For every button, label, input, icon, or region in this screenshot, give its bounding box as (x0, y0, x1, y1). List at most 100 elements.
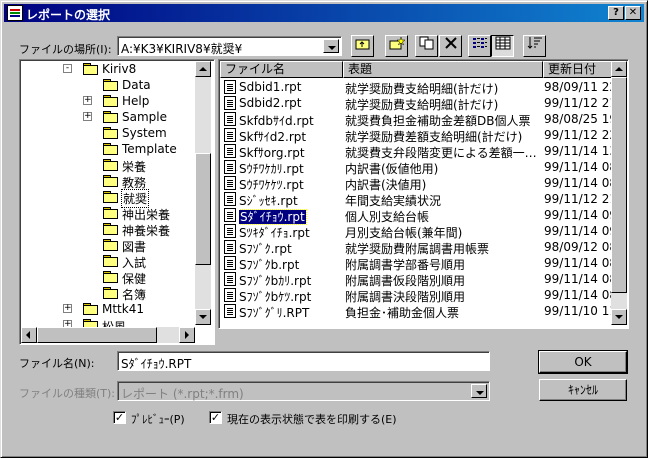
tree-item[interactable]: 図書 (21, 237, 195, 254)
details-view-button[interactable] (491, 35, 514, 57)
new-folder-button[interactable] (385, 35, 408, 57)
file-row[interactable]: Sdbid2.rpt 就学奨励費支給明細(計だけ) 99/11/12 21 (220, 95, 611, 112)
scroll-up-icon[interactable] (195, 61, 211, 77)
file-date-cell: 99/11/10 11 (544, 304, 611, 318)
tree-item[interactable]: Data (21, 77, 195, 93)
file-row[interactable]: Sｳﾁﾜｹｶﾘ.rpt 内訳書(仮値他用) 99/11/14 08 (220, 159, 611, 176)
file-row[interactable]: Sdbid1.rpt 就学奨励費支給明細(計だけ) 98/09/11 22 (220, 79, 611, 96)
close-button[interactable]: ✕ (625, 6, 641, 20)
file-name-text: Sdbid2.rpt (239, 96, 302, 110)
filetype-label: ファイルの種類(T): (19, 387, 116, 400)
file-date-cell: 99/11/12 21 (544, 96, 611, 110)
file-list: ファイル名 表題 更新日付 Sdbid1.rpt 就学奨励費支給明細(計だけ) 98… (220, 61, 611, 325)
list-vertical-scrollbar[interactable] (611, 61, 627, 325)
cancel-button[interactable]: ｷｬﾝｾﾙ (539, 379, 627, 401)
column-header-date[interactable]: 更新日付 (543, 61, 611, 78)
folder-icon (103, 175, 118, 187)
file-row[interactable]: Skfdbｻｲd.rpt 就奨費負担金補助金差額DB個人票 98/08/25 19 (220, 111, 611, 128)
folder-icon (103, 95, 118, 107)
tree-item[interactable]: + Help (21, 93, 195, 109)
file-row[interactable]: Sﾌｿﾞｸb.rpt 附属調書学部番号順用 99/11/14 08 (220, 255, 611, 272)
up-folder-button[interactable] (351, 35, 374, 57)
report-file-icon (224, 128, 236, 142)
report-file-icon (224, 272, 236, 286)
scroll-down-icon[interactable] (611, 309, 627, 325)
tree-item[interactable]: Template (21, 141, 195, 157)
file-date-cell: 99/11/14 09 (544, 208, 611, 222)
copy-button[interactable] (415, 35, 438, 57)
filename-input[interactable]: Sﾀﾞｲﾁｮｳ.RPT (117, 351, 490, 371)
file-row[interactable]: Sﾌｿﾞｸbｶﾘ.rpt 附属調書仮段階別順用 99/11/14 08 (220, 271, 611, 288)
tree-item[interactable]: 神出栄養 (21, 205, 195, 222)
file-date-cell: 98/09/12 08 (544, 240, 611, 254)
file-name-text: Skfdbｻｲd.rpt (239, 114, 314, 128)
file-row[interactable]: Sﾀﾞｲﾁｮｳ.rpt 個人別支給台帳 99/11/14 09 (220, 207, 611, 225)
collapse-icon[interactable]: - (63, 64, 72, 73)
tree-item[interactable]: - Kiriv8 (21, 61, 195, 77)
tree-item[interactable]: + Sample (21, 109, 195, 125)
file-row[interactable]: Sﾌｿﾞｸbｹﾂ.rpt 附属調書決段階別順用 99/11/14 08 (220, 287, 611, 304)
tree-item[interactable]: 栄養 (21, 157, 195, 174)
file-row[interactable]: Sｳﾁﾜｹｹﾂ.rpt 内訳書(決値用) 99/11/14 08 (220, 175, 611, 192)
tree-item[interactable]: 入試 (21, 253, 195, 270)
report-file-icon (224, 256, 236, 270)
filetype-value: レポート (*.rpt;*.frm) (121, 387, 244, 401)
tree-item[interactable]: 保健 (21, 269, 195, 286)
file-date-cell: 98/09/11 22 (544, 80, 611, 94)
file-row[interactable]: Sﾌｿﾞｸ.rpt 就学奨励費附属調書用帳票 98/09/12 08 (220, 239, 611, 256)
folder-icon (103, 255, 118, 267)
folder-icon (103, 191, 118, 203)
tree-item[interactable]: System (21, 125, 195, 141)
file-row[interactable]: Skfｻorg.rpt 就奨費支弁段階変更による差額一… 99/11/14 13 (220, 143, 611, 160)
tree-vertical-scrollbar[interactable] (195, 61, 211, 325)
chevron-down-icon[interactable] (323, 39, 339, 53)
file-date-cell: 99/11/14 08 (544, 176, 611, 190)
file-row[interactable]: Sﾌｿﾞｸﾞﾘ.RPT 負担金･補助金個人票 99/11/10 11 (220, 303, 611, 320)
chevron-down-icon[interactable] (471, 384, 487, 398)
help-button[interactable]: ? (608, 6, 624, 20)
location-combo[interactable]: A:¥K3¥KIRIV8¥就奨¥ (117, 36, 342, 56)
report-file-icon (224, 112, 236, 126)
file-row[interactable]: Skfｻｲd2.rpt 就学奨励費差額支給明細(計だけ) 99/11/12 22 (220, 127, 611, 144)
tree-item[interactable]: 名簿 (21, 285, 195, 302)
tree-item-label: System (122, 126, 167, 140)
sort-icon (527, 37, 542, 49)
scroll-up-icon[interactable] (611, 61, 627, 77)
tree-item-label: Help (122, 94, 150, 108)
scroll-thumb[interactable] (611, 77, 627, 293)
report-file-icon (224, 224, 236, 238)
preview-checkbox[interactable]: ✓ (113, 411, 126, 424)
filetype-combo[interactable]: レポート (*.rpt;*.frm) (117, 381, 490, 401)
scroll-thumb[interactable] (195, 153, 211, 265)
file-date-cell: 99/11/14 08 (544, 288, 611, 302)
scroll-left-icon[interactable] (21, 327, 37, 343)
print-current-checkbox[interactable]: ✓ (209, 411, 222, 424)
tree-item[interactable]: 教務 (21, 173, 195, 190)
list-view-button[interactable] (468, 35, 491, 57)
sort-button[interactable] (523, 35, 546, 57)
file-row[interactable]: Sﾂｷﾀﾞｲﾁｮ.rpt 月別支給台帳(兼年間) 99/11/14 09 (220, 223, 611, 240)
column-header-title[interactable]: 表題 (343, 61, 543, 78)
folder-icon (103, 287, 118, 299)
report-select-dialog: レポートの選択 ? ✕ ファイルの場所(I): A:¥K3¥KIRIV8¥就奨¥… (0, 0, 648, 458)
scroll-thumb[interactable] (37, 327, 157, 343)
tree-item[interactable]: 就奨 (21, 189, 195, 208)
window-title: レポートの選択 (26, 8, 111, 22)
up-folder-icon (355, 39, 369, 50)
folder-icon (103, 239, 118, 251)
tree-item[interactable]: + Mttk41 (21, 301, 195, 317)
scroll-down-icon[interactable] (195, 309, 211, 325)
tree-item-label: Mttk41 (102, 302, 144, 316)
expand-icon[interactable]: + (63, 304, 72, 313)
column-header-name[interactable]: ファイル名 (220, 61, 343, 78)
tree-item[interactable]: 神養栄養 (21, 221, 195, 238)
title-bar[interactable]: レポートの選択 ? ✕ (4, 4, 644, 22)
delete-button[interactable] (439, 35, 462, 57)
file-date-cell: 99/11/14 08 (544, 256, 611, 270)
tree-horizontal-scrollbar[interactable] (21, 327, 195, 343)
ok-button[interactable]: OK (538, 350, 628, 374)
file-row[interactable]: Sｼﾞｯｾｷ.rpt 年間支給実績状況 99/11/12 21 (220, 191, 611, 208)
scroll-right-icon[interactable] (179, 327, 195, 343)
expand-icon[interactable]: + (83, 112, 92, 121)
expand-icon[interactable]: + (83, 96, 92, 105)
